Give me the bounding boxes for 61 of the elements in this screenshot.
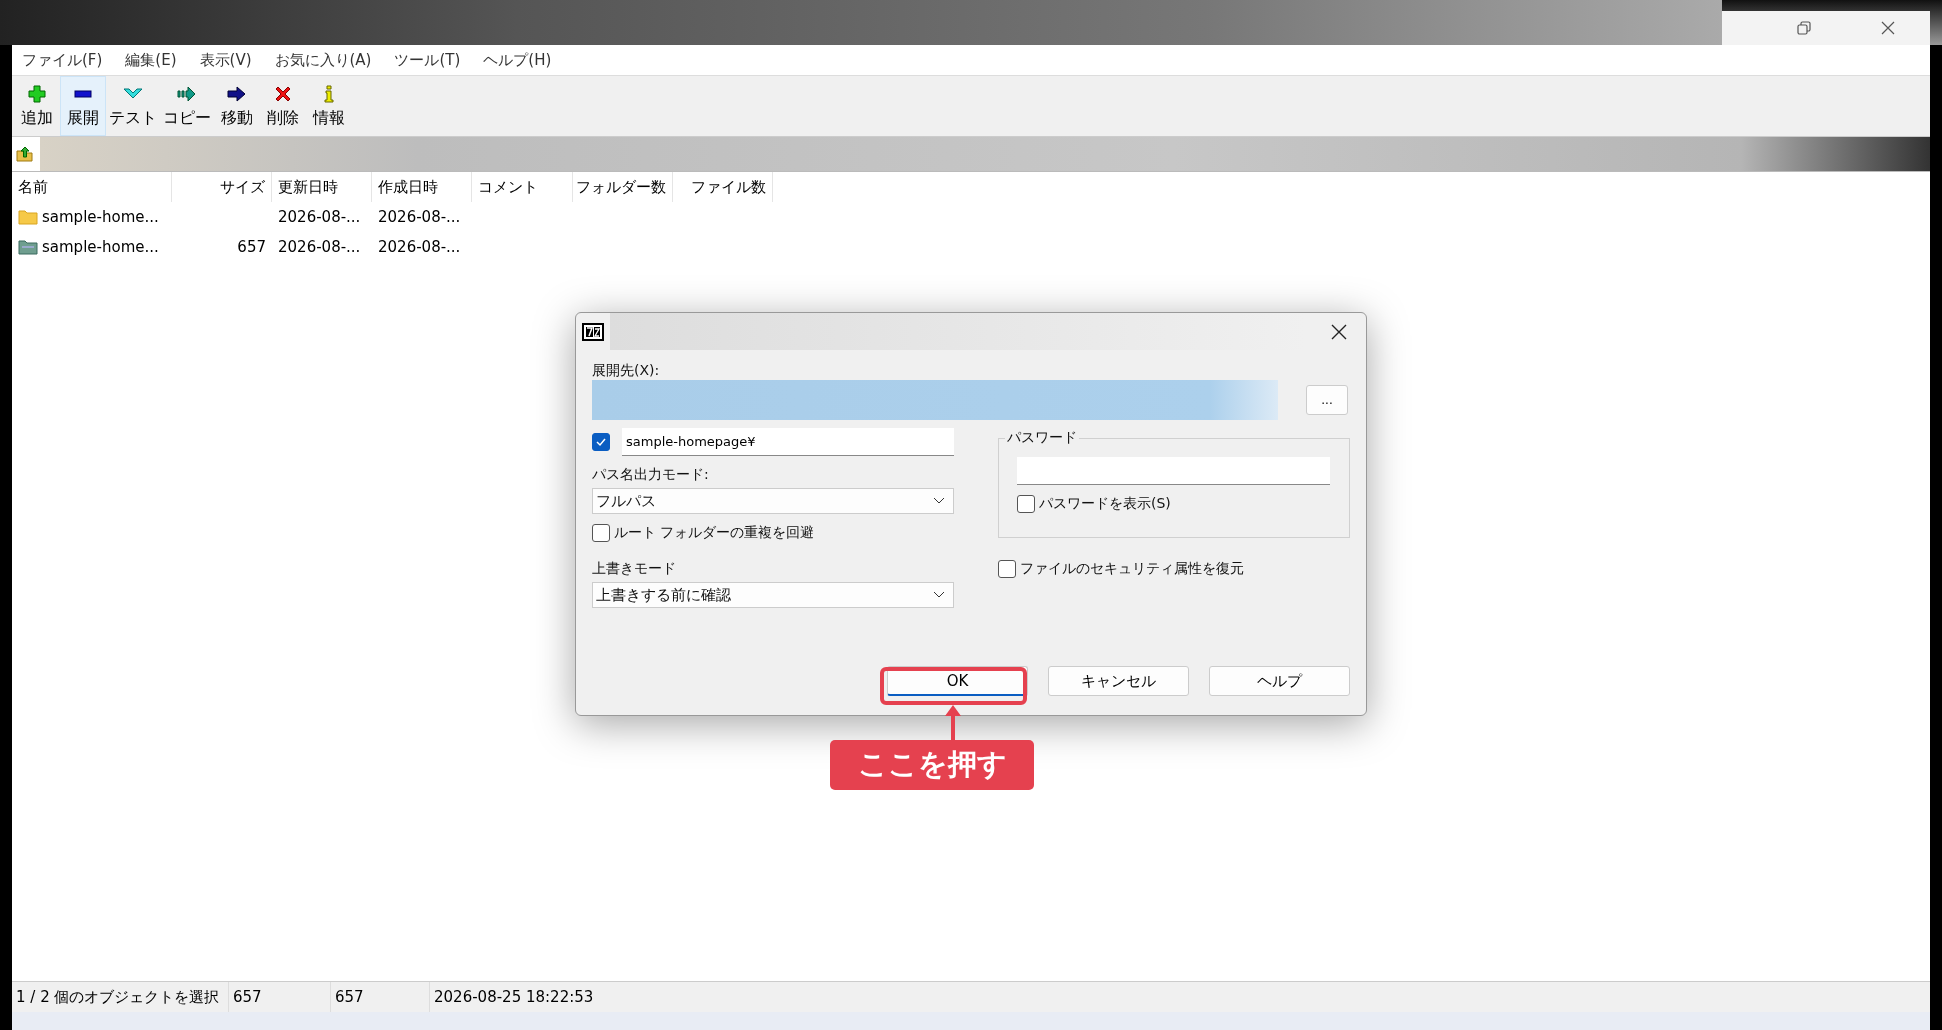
browse-button[interactable]: ... — [1306, 385, 1348, 415]
file-name[interactable]: sample-home... — [42, 238, 159, 256]
group-title: パスワード — [1005, 429, 1079, 447]
overwrite-mode-dropdown[interactable]: 上書きする前に確認 — [592, 582, 954, 608]
field-label: パス名出力モード: — [592, 466, 710, 484]
pointer-arrow — [943, 704, 963, 740]
menu-item[interactable]: 編集(E) — [125, 50, 177, 70]
menu-item[interactable]: お気に入り(A) — [274, 50, 372, 70]
app-logo-icon — [582, 322, 604, 341]
move-icon — [227, 83, 247, 104]
size-cell: 657 — [237, 238, 266, 256]
date-cell: 2026-08-... — [278, 208, 361, 226]
up-folder-icon[interactable] — [16, 145, 34, 163]
date-cell: 2026-08-... — [378, 238, 461, 256]
close-icon[interactable] — [1330, 322, 1348, 341]
column-header[interactable]: サイズ — [172, 172, 272, 202]
menu-item[interactable]: ツール(T) — [394, 50, 461, 70]
path-mode-dropdown[interactable]: フルパス — [592, 488, 954, 514]
checkbox[interactable] — [998, 560, 1016, 578]
checkbox[interactable] — [592, 524, 610, 542]
toolbar-button[interactable]: 削除 — [260, 76, 306, 136]
menu-item[interactable]: ファイル(F) — [22, 50, 103, 70]
password-field[interactable] — [1017, 457, 1330, 485]
add-icon — [27, 83, 47, 104]
column-header[interactable]: 名前 — [12, 172, 172, 202]
blurred-destination-field[interactable] — [592, 380, 1278, 420]
dialog-button[interactable]: キャンセル — [1048, 666, 1189, 696]
column-header[interactable]: コメント — [472, 172, 573, 202]
annotation-label: ここを押す — [830, 740, 1034, 790]
chevron-down-icon — [933, 497, 945, 505]
menu-item[interactable]: 表示(V) — [199, 50, 252, 70]
checkbox[interactable] — [1017, 495, 1035, 513]
column-header[interactable]: ファイル数 — [673, 172, 773, 202]
blurred-address-field[interactable] — [40, 137, 1930, 171]
chevron-down-icon — [933, 591, 945, 599]
toolbar-button[interactable]: 展開 — [60, 76, 106, 136]
column-header[interactable]: フォルダー数 — [573, 172, 673, 202]
date-cell: 2026-08-... — [278, 238, 361, 256]
toolbar-button[interactable]: テスト — [106, 76, 160, 136]
checkbox-label: ルート フォルダーの重複を回避 — [614, 524, 815, 542]
date-cell: 2026-08-... — [378, 208, 461, 226]
toolbar-button[interactable]: 情報 — [306, 76, 352, 136]
toolbar-button[interactable]: 追加 — [14, 76, 60, 136]
column-header[interactable]: 作成日時 — [372, 172, 472, 202]
toolbar-button[interactable]: コピー — [160, 76, 214, 136]
checkbox-label: パスワードを表示(S) — [1039, 495, 1171, 513]
archive-icon — [18, 238, 38, 256]
checkbox-label: ファイルのセキュリティ属性を復元 — [1020, 560, 1244, 578]
field-label: 上書きモード — [592, 560, 677, 578]
field-label: 展開先(X): — [592, 362, 661, 380]
menu-item[interactable]: ヘルプ(H) — [483, 50, 552, 70]
folder-icon — [18, 208, 38, 226]
column-header[interactable]: 更新日時 — [272, 172, 372, 202]
close-icon[interactable] — [1880, 20, 1896, 36]
file-name[interactable]: sample-home... — [42, 208, 159, 226]
status-text: 2026-08-25 18:22:53 — [433, 987, 595, 1008]
toolbar-button[interactable]: 移動 — [214, 76, 260, 136]
subfolder-field[interactable]: sample-homepage¥ — [622, 428, 954, 456]
checkbox[interactable] — [592, 433, 610, 451]
restore-icon[interactable] — [1796, 20, 1812, 36]
dialog-button[interactable]: ヘルプ — [1209, 666, 1350, 696]
